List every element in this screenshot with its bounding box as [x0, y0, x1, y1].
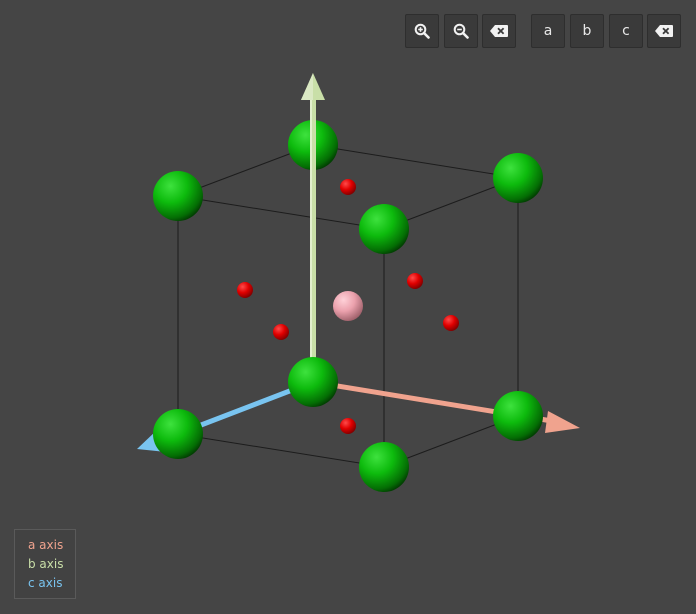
zoom-in-icon: [414, 23, 430, 39]
atom-center[interactable]: [333, 291, 363, 321]
view-c-button[interactable]: c: [609, 14, 643, 48]
legend-c-axis: c axis: [28, 576, 63, 590]
atom-corner-bottom-back[interactable]: [288, 357, 338, 407]
crystal-structure-viewer[interactable]: a b c a axis b axis c axis: [0, 0, 696, 614]
clear-button[interactable]: [482, 14, 516, 48]
legend-b-axis: b axis: [28, 557, 64, 571]
atom-corner-top-right[interactable]: [493, 153, 543, 203]
view-a-label: a: [543, 23, 553, 39]
zoom-in-button[interactable]: [405, 14, 439, 48]
atom-corner-bottom-front[interactable]: [359, 442, 409, 492]
backspace-icon: [655, 25, 673, 37]
atom-small[interactable]: [237, 282, 253, 298]
view-c-label: c: [622, 23, 630, 39]
view-b-label: b: [582, 23, 592, 39]
atom-small[interactable]: [443, 315, 459, 331]
axis-legend: a axis b axis c axis: [14, 529, 76, 599]
atom-corner-bottom-right[interactable]: [493, 391, 543, 441]
backspace-icon: [490, 25, 508, 37]
atom-corner-top-front[interactable]: [359, 204, 409, 254]
legend-a-axis: a axis: [28, 538, 64, 552]
view-a-button[interactable]: a: [531, 14, 565, 48]
unit-cell-3d-canvas[interactable]: [0, 0, 696, 614]
atom-small[interactable]: [340, 179, 356, 195]
b-axis-arrow: [301, 73, 325, 382]
atom-small[interactable]: [340, 418, 356, 434]
atom-small[interactable]: [407, 273, 423, 289]
view-b-button[interactable]: b: [570, 14, 604, 48]
atom-corner-bottom-left[interactable]: [153, 409, 203, 459]
zoom-out-icon: [453, 23, 469, 39]
atom-small[interactable]: [273, 324, 289, 340]
atom-corner-top-left[interactable]: [153, 171, 203, 221]
zoom-out-button[interactable]: [444, 14, 478, 48]
clear-view-button[interactable]: [647, 14, 681, 48]
